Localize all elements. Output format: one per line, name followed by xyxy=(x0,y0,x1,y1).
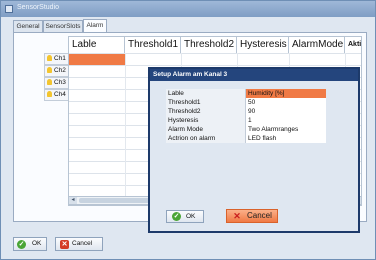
grid-divider xyxy=(125,53,126,205)
setting-key: Threshold1 xyxy=(166,98,246,107)
dialog-cancel-button[interactable]: ✕ Cancel xyxy=(226,209,278,223)
bulb-icon xyxy=(47,91,52,97)
column-header-alarmmode[interactable]: AlarmMode xyxy=(289,37,345,53)
setting-key: Alarm Mode xyxy=(166,125,246,134)
cancel-icon: ✕ xyxy=(233,211,241,221)
setting-row-threshold2: Threshold2 90 xyxy=(166,107,326,116)
channel-label: Ch1 xyxy=(54,55,66,62)
setting-value-select[interactable]: LED flash xyxy=(246,134,326,143)
column-header-threshold1[interactable]: Threshold1 xyxy=(125,37,181,53)
setting-key: Threshold2 xyxy=(166,107,246,116)
setting-value-select[interactable]: Two Alarmranges xyxy=(246,125,326,134)
column-header-lable[interactable]: Lable xyxy=(69,37,125,53)
tab-general[interactable]: General xyxy=(13,20,43,32)
window-title: SensorStudio xyxy=(17,4,60,11)
setting-key: Lable xyxy=(166,89,246,98)
setting-row-hysteresis: Hysteresis 1 xyxy=(166,116,326,125)
setting-row-threshold1: Threshold1 50 xyxy=(166,98,326,107)
bulb-icon xyxy=(47,55,52,61)
tab-sensorslots[interactable]: SensorSlots xyxy=(43,20,83,32)
setting-value-input[interactable]: 90 xyxy=(246,107,326,116)
setting-value-input[interactable]: 1 xyxy=(246,116,326,125)
check-icon: ✓ xyxy=(17,240,26,249)
column-header-hysteresis[interactable]: Hysteresis xyxy=(237,37,289,53)
setting-key: Actrion on alarm xyxy=(166,134,246,143)
setting-row-action-on-alarm: Actrion on alarm LED flash xyxy=(166,134,326,143)
ok-button[interactable]: ✓ OK xyxy=(13,237,47,251)
setting-row-alarm-mode: Alarm Mode Two Alarmranges xyxy=(166,125,326,134)
channel-label: Ch4 xyxy=(54,91,66,98)
cancel-label: Cancel xyxy=(72,240,93,247)
channel-label: Ch2 xyxy=(54,67,66,74)
app-icon xyxy=(5,5,13,13)
channel-label: Ch3 xyxy=(54,79,66,86)
ok-label: OK xyxy=(32,240,42,247)
bulb-icon xyxy=(47,79,52,85)
alarm-settings-table: Lable Humidity [%] Threshold1 50 Thresho… xyxy=(166,89,326,143)
bulb-icon xyxy=(47,67,52,73)
cancel-button[interactable]: ✕ Cancel xyxy=(55,237,103,251)
setting-value-input[interactable]: Humidity [%] xyxy=(246,89,326,98)
scroll-left-icon[interactable]: ◂ xyxy=(69,197,77,204)
dialog-ok-button[interactable]: ✓ OK xyxy=(166,210,204,223)
window-titlebar[interactable]: SensorStudio xyxy=(1,1,375,17)
setup-alarm-dialog: Setup Alarm am Kanal 3 Lable Humidity [%… xyxy=(148,67,360,233)
dialog-ok-label: OK xyxy=(186,213,196,220)
setting-row-lable: Lable Humidity [%] xyxy=(166,89,326,98)
tab-alarm[interactable]: Alarm xyxy=(83,19,107,32)
main-window: SensorStudio General SensorSlots Alarm C… xyxy=(0,0,376,260)
column-header-aktion[interactable]: Aktio xyxy=(345,37,361,53)
dialog-title: Setup Alarm am Kanal 3 xyxy=(150,69,358,81)
column-header-threshold2[interactable]: Threshold2 xyxy=(181,37,237,53)
cancel-icon: ✕ xyxy=(60,240,69,249)
table-row[interactable] xyxy=(69,53,361,65)
setting-key: Hysteresis xyxy=(166,116,246,125)
check-icon: ✓ xyxy=(172,212,181,221)
dialog-cancel-label: Cancel xyxy=(247,211,272,220)
setting-value-input[interactable]: 50 xyxy=(246,98,326,107)
